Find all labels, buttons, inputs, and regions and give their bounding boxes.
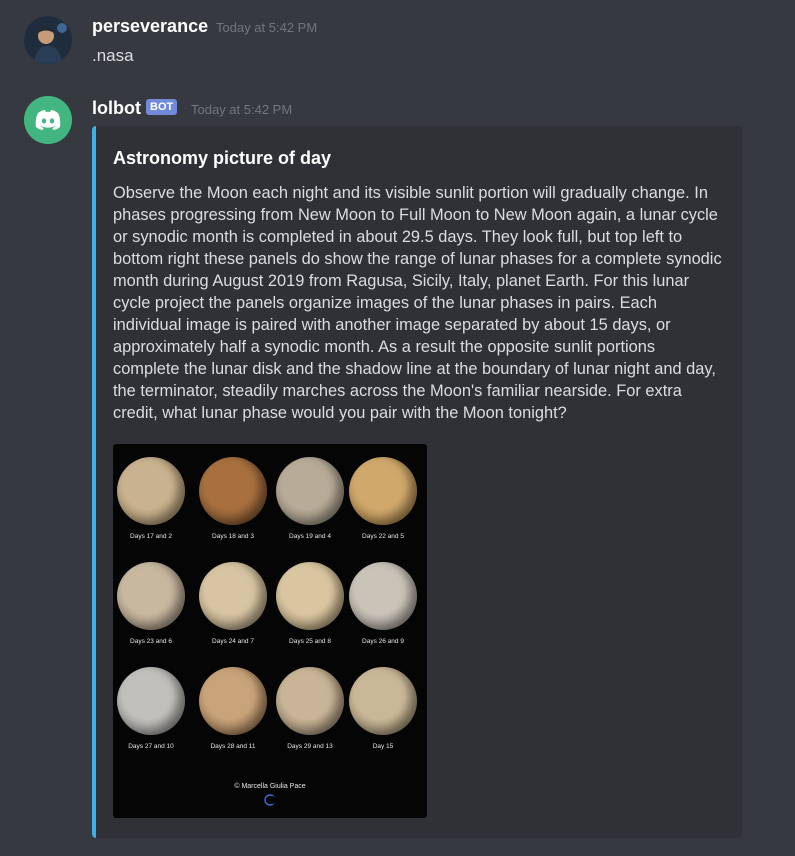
bot-badge: BOT [146,99,178,115]
message-lolbot: lolbot BOT Today at 5:42 PM Astronomy pi… [0,0,795,856]
moon-phase-image [117,562,185,630]
moon-phase-label: Days 29 and 13 [287,743,333,750]
embed-title: Astronomy picture of day [113,148,332,168]
moon-phase-image [199,457,267,525]
moon-phase-image [117,457,185,525]
moon-phase-image [276,457,344,525]
moon-phase-label: Days 18 and 3 [212,533,254,540]
moon-phase-label: Days 24 and 7 [212,638,254,645]
moon-phase-label: Days 23 and 6 [130,638,172,645]
moon-phase-image [276,667,344,735]
moon-phase-label: Days 25 and 8 [289,638,331,645]
moon-phase-label: Days 22 and 5 [362,533,404,540]
embed: Astronomy picture of day Observe the Moo… [92,126,742,838]
moon-phase-label: Days 27 and 10 [128,743,174,750]
moon-phase-label: Days 28 and 11 [210,743,256,750]
moon-phase-image [199,667,267,735]
username[interactable]: lolbot [92,98,141,119]
timestamp: Today at 5:42 PM [191,102,293,117]
discord-logo-icon [24,96,72,144]
moon-phase-image [199,562,267,630]
avatar[interactable] [24,96,72,144]
moon-phase-image [117,667,185,735]
moon-phase-image [276,562,344,630]
moon-phase-image [349,562,417,630]
image-credit: © Marcella Giulia Pace [234,783,306,790]
embed-description: Observe the Moon each night and its visi… [113,184,722,422]
photographer-logo-icon [264,794,276,806]
moon-phase-label: Days 26 and 9 [362,638,404,645]
moon-phase-image [349,457,417,525]
moon-phase-label: Days 17 and 2 [130,533,172,540]
moon-phase-label: Days 19 and 4 [289,533,331,540]
moon-phase-image [349,667,417,735]
moon-phase-label: Day 15 [372,743,394,750]
embed-image[interactable]: © Marcella Giulia Pace Days 17 and 2 Days… [113,444,427,818]
